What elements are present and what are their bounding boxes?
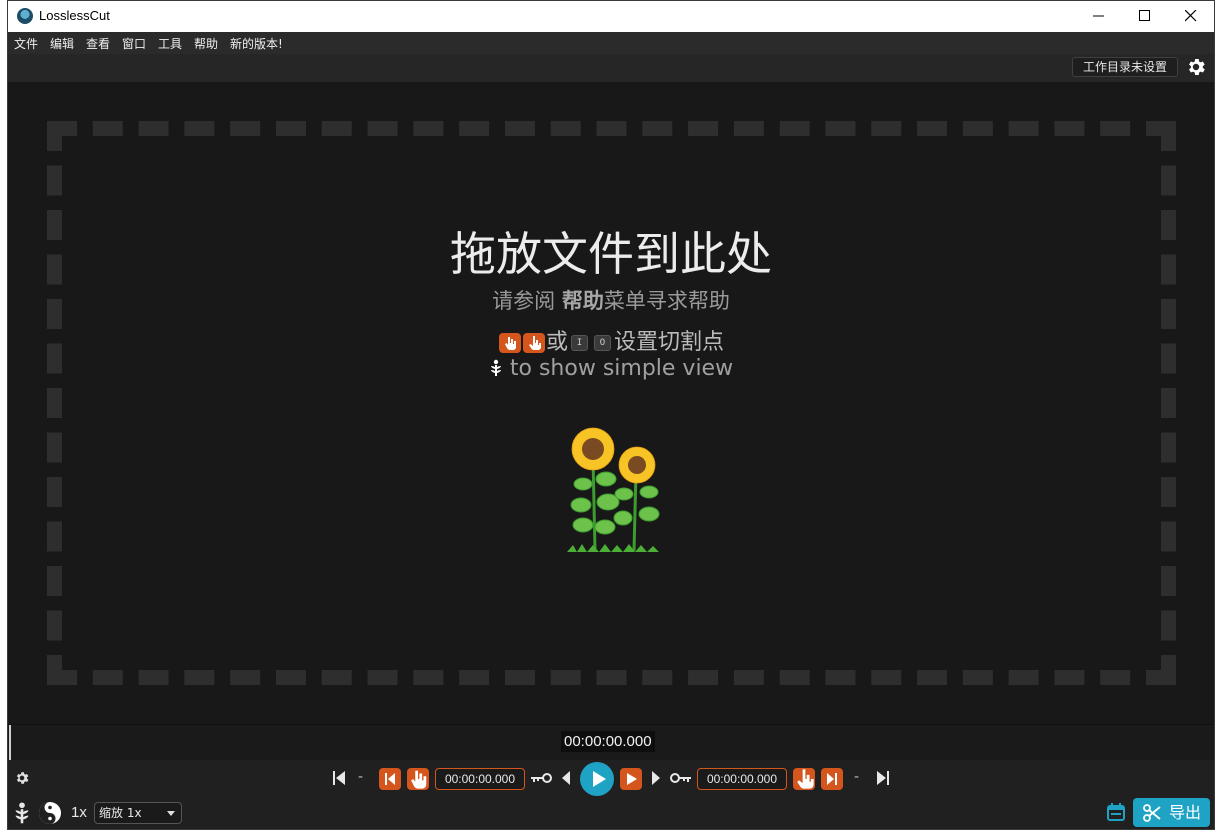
step-back-icon[interactable] xyxy=(560,770,572,786)
key-o: O xyxy=(594,335,611,351)
hand-right-icon xyxy=(528,336,541,350)
top-toolbar: 工作目录未设置 xyxy=(8,54,1214,82)
gear-icon[interactable] xyxy=(1185,56,1207,78)
minimize-icon xyxy=(1093,15,1104,17)
menu-bar: 文件 编辑 查看 窗口 工具 帮助 新的版本! xyxy=(8,32,1214,54)
sprout-icon xyxy=(490,359,501,376)
gear-icon[interactable] xyxy=(14,770,30,786)
calendar-icon[interactable] xyxy=(1106,802,1126,822)
menu-edit[interactable]: 编辑 xyxy=(50,35,74,52)
start-dash: - xyxy=(358,769,364,785)
menu-help[interactable]: 帮助 xyxy=(194,35,218,52)
drop-help-text: 请参阅 帮助菜单寻求帮助 xyxy=(8,285,1214,315)
step-forward-icon[interactable] xyxy=(650,770,662,786)
cut-or-text: 或 xyxy=(545,330,568,355)
close-icon xyxy=(1185,10,1197,22)
drop-zone-border xyxy=(47,121,1176,685)
close-button[interactable] xyxy=(1168,1,1214,32)
jump-to-start-icon[interactable] xyxy=(332,770,346,786)
maximize-button[interactable] xyxy=(1122,1,1168,32)
set-cut-end-button[interactable] xyxy=(793,768,815,790)
set-cut-start-key xyxy=(498,333,521,353)
minimize-button[interactable] xyxy=(1076,1,1122,32)
simple-view-text: to show simple view xyxy=(502,356,734,381)
jump-to-end-icon[interactable] xyxy=(876,770,890,786)
drop-zone[interactable]: 拖放文件到此处 请参阅 帮助菜单寻求帮助 或 I O 设置切割点 to show si… xyxy=(8,82,1214,724)
play-button[interactable] xyxy=(580,762,614,796)
menu-new-version[interactable]: 新的版本! xyxy=(230,35,283,52)
cut-start-time-input[interactable]: 00:00:00.000 xyxy=(435,768,525,790)
zoom-value: 缩放 1x xyxy=(99,806,142,820)
play-selection-icon xyxy=(627,773,637,785)
help-suffix: 菜单寻求帮助 xyxy=(603,289,730,313)
play-selection-button[interactable] xyxy=(620,768,642,790)
key-icon[interactable] xyxy=(669,772,691,784)
export-label: 导出 xyxy=(1169,803,1202,822)
window-title: LosslessCut xyxy=(39,8,110,23)
sprout-icon[interactable] xyxy=(13,801,31,825)
jump-cut-end-button[interactable] xyxy=(821,768,843,790)
cut-end-time-input[interactable]: 00:00:00.000 xyxy=(697,768,787,790)
menu-tools[interactable]: 工具 xyxy=(158,35,182,52)
key-i: I xyxy=(571,335,588,351)
menu-view[interactable]: 查看 xyxy=(86,35,110,52)
timeline-playhead[interactable] xyxy=(9,725,11,761)
zoom-select[interactable]: 缩放 1x xyxy=(94,802,182,824)
playback-controls: - 00:00:00.000 00:00:00.000 - 1x 缩放 1x 导… xyxy=(8,760,1214,829)
title-bar: LosslessCut xyxy=(8,1,1214,32)
help-prefix: 请参阅 xyxy=(492,289,562,313)
yin-yang-icon[interactable] xyxy=(38,801,62,825)
set-cut-start-button[interactable] xyxy=(407,768,429,790)
timeline[interactable]: 00:00:00.000 xyxy=(8,724,1214,761)
hand-right-icon xyxy=(797,769,814,789)
sunflower-icon xyxy=(567,427,660,552)
play-icon xyxy=(593,771,606,787)
end-dash: - xyxy=(854,769,860,785)
hand-left-icon xyxy=(411,770,427,789)
set-cut-end-key xyxy=(522,333,545,353)
help-menu-link: 帮助 xyxy=(561,289,604,313)
jump-cut-start-button[interactable] xyxy=(379,768,401,790)
cutpoint-hint: 或 I O 设置切割点 xyxy=(8,324,1214,356)
jump-cut-start-icon xyxy=(385,773,395,785)
menu-file[interactable]: 文件 xyxy=(14,35,38,52)
chevron-down-icon xyxy=(167,811,175,816)
jump-cut-end-icon xyxy=(827,773,837,785)
app-logo-icon xyxy=(17,8,33,24)
export-button[interactable]: 导出 xyxy=(1133,798,1210,827)
drop-title: 拖放文件到此处 xyxy=(450,227,772,281)
hand-left-icon xyxy=(504,337,516,350)
simple-view-hint: to show simple view xyxy=(8,356,1214,381)
scissors-icon xyxy=(1143,804,1161,822)
cut-suffix-text: 设置切割点 xyxy=(614,330,725,355)
timeline-current-time: 00:00:00.000 xyxy=(561,731,655,752)
playback-speed[interactable]: 1x xyxy=(71,804,87,821)
menu-window[interactable]: 窗口 xyxy=(122,35,146,52)
working-directory-button[interactable]: 工作目录未设置 xyxy=(1072,57,1178,77)
key-icon[interactable] xyxy=(531,772,553,784)
app-window: LosslessCut 文件 编辑 查看 窗口 工具 帮助 新的版本! 工作目录… xyxy=(7,0,1215,830)
maximize-icon xyxy=(1139,10,1150,21)
